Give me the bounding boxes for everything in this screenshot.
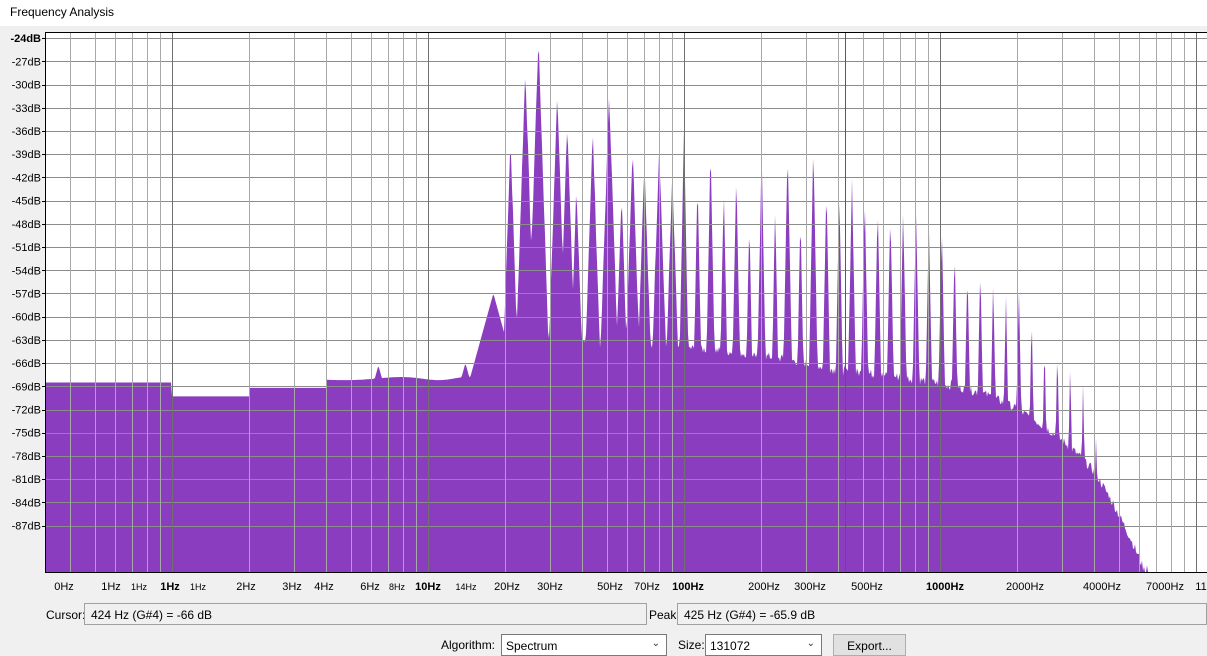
y-tick-label: -45dB (12, 196, 41, 208)
chevron-down-icon: ⌄ (806, 638, 815, 649)
x-tick-label: 3Hz (282, 581, 302, 593)
export-button[interactable]: Export... (833, 634, 906, 656)
y-tick-label: -24dB (10, 33, 41, 45)
x-tick-label: 70Hz (634, 581, 660, 593)
x-tick-label: 4000Hz (1083, 581, 1121, 593)
size-value: 131072 (710, 639, 751, 653)
y-tick-label: -81dB (12, 474, 41, 486)
algorithm-label: Algorithm: (441, 638, 496, 652)
y-tick-label: -78dB (12, 451, 41, 463)
y-tick-label: -84dB (12, 497, 41, 509)
x-tick-label: 6Hz (360, 581, 380, 593)
x-tick-label: 7000Hz (1146, 581, 1184, 593)
chevron-down-icon: ⌄ (651, 638, 660, 649)
x-tick-label: 14Hz (455, 582, 477, 592)
y-axis-labels: -24dB -27dB -30dB -33dB -36dB -39dB -42dB -45dB… (10, 33, 45, 533)
y-tick-label: -48dB (12, 219, 41, 231)
size-select[interactable]: 131072 ⌄ (705, 634, 822, 656)
x-tick-label: 300Hz (794, 581, 826, 593)
status-bar: Cursor: 424 Hz (G#4) = -66 dB Peak: 425 … (0, 603, 1207, 627)
x-tick-label: 1Hz (131, 582, 148, 592)
x-tick-label: 8Hz (389, 582, 406, 592)
x-tick-label: 4Hz (314, 581, 334, 593)
x-tick-label: 11 (1195, 581, 1206, 593)
y-tick-label: -57dB (12, 288, 41, 300)
y-tick-label: -51dB (12, 242, 41, 254)
algorithm-select[interactable]: Spectrum ⌄ (501, 634, 667, 656)
y-tick-label: -42dB (12, 172, 41, 184)
x-tick-label: 2000Hz (1006, 581, 1044, 593)
x-axis-svg: 0Hz 1Hz 1Hz 1Hz 1Hz 2Hz 3Hz 4Hz 6Hz 8Hz 10Hz 14Hz 20… (45, 572, 1207, 593)
spectrum-svg[interactable]: -24dB -27dB -30dB -33dB -36dB -39dB -42dB -45dB… (0, 30, 1207, 572)
cursor-readout: 424 Hz (G#4) = -66 dB (84, 603, 647, 625)
x-tick-label: 1Hz (190, 582, 207, 592)
y-tick-label: -66dB (12, 358, 41, 370)
x-tick-label: 20Hz (494, 581, 520, 593)
controls-bar: Algorithm: Spectrum ⌄ Size: 131072 ⌄ Exp… (0, 633, 1207, 656)
y-tick-label: -87dB (12, 521, 41, 533)
y-tick-label: -60dB (12, 312, 41, 324)
size-label: Size: (678, 638, 705, 652)
y-tick-label: -36dB (12, 126, 41, 138)
x-tick-label: 1Hz (160, 581, 180, 593)
spectrum-chart[interactable]: -24dB -27dB -30dB -33dB -36dB -39dB -42dB -45dB… (0, 30, 1207, 572)
y-tick-label: -27dB (12, 56, 41, 68)
window-title: Frequency Analysis (0, 0, 1207, 26)
x-tick-label: 2Hz (236, 581, 256, 593)
x-tick-label: 1Hz (101, 581, 121, 593)
x-tick-label: 100Hz (672, 581, 704, 593)
x-tick-label: 30Hz (537, 581, 563, 593)
x-tick-label: 50Hz (597, 581, 623, 593)
y-tick-label: -30dB (12, 80, 41, 92)
x-tick-label: 200Hz (748, 581, 780, 593)
peak-label: Peak: (649, 608, 680, 622)
y-tick-label: -75dB (12, 428, 41, 440)
x-tick-label: 10Hz (415, 581, 441, 593)
y-tick-label: -33dB (12, 103, 41, 115)
algorithm-value: Spectrum (506, 639, 558, 653)
x-axis: 0Hz 1Hz 1Hz 1Hz 1Hz 2Hz 3Hz 4Hz 6Hz 8Hz 10Hz 14Hz 20… (0, 572, 1207, 598)
x-tick-label: 1000Hz (926, 581, 964, 593)
y-tick-label: -54dB (12, 265, 41, 277)
y-tick-label: -69dB (12, 381, 41, 393)
y-tick-label: -63dB (12, 335, 41, 347)
y-tick-label: -39dB (12, 149, 41, 161)
x-tick-label: 0Hz (54, 581, 74, 593)
cursor-label: Cursor: (46, 608, 86, 622)
y-tick-label: -72dB (12, 405, 41, 417)
peak-readout: 425 Hz (G#4) = -65.9 dB (677, 603, 1207, 625)
x-tick-label: 500Hz (851, 581, 883, 593)
